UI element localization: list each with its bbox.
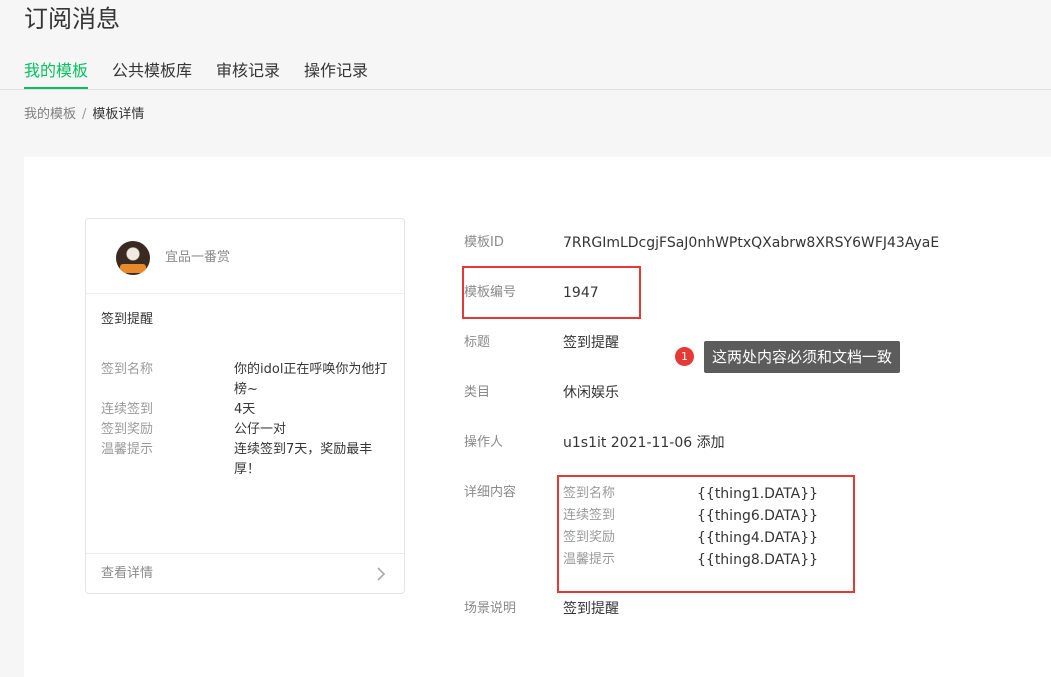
preview-title: 签到提醒 — [101, 312, 154, 327]
tab-review-records[interactable]: 审核记录 — [216, 60, 280, 82]
breadcrumb: 我的模板 / 模板详情 — [24, 105, 144, 125]
page-title: 订阅消息 — [24, 5, 120, 33]
view-details-link[interactable]: 查看详情 — [86, 553, 404, 594]
preview-header: 宜品一番赏 — [86, 219, 404, 294]
scene-description-value: 签到提醒 — [563, 601, 619, 617]
account-name: 宜品一番赏 — [165, 250, 231, 265]
preview-field-value: 4天 — [234, 402, 256, 417]
message-preview-card: 宜品一番赏 签到提醒 签到名称 你的idol正在呼唤你为他打榜~ 连续签到 4天… — [85, 218, 405, 594]
title-label: 标题 — [464, 335, 491, 350]
preview-field-row: 签到名称 你的idol正在呼唤你为他打榜~ — [101, 360, 391, 400]
breadcrumb-separator: / — [82, 107, 87, 122]
annotation-tooltip: 这两处内容必须和文档一致 — [704, 341, 901, 373]
tab-public-template-library[interactable]: 公共模板库 — [112, 60, 192, 82]
preview-fields: 签到名称 你的idol正在呼唤你为他打榜~ 连续签到 4天 签到奖励 公仔一对 … — [101, 360, 391, 480]
breadcrumb-current: 模板详情 — [92, 107, 145, 122]
tab-operation-records[interactable]: 操作记录 — [304, 60, 368, 82]
annotation-number-badge: 1 — [675, 347, 694, 366]
scene-description-label: 场景说明 — [464, 601, 517, 616]
title-value: 签到提醒 — [563, 335, 619, 351]
template-id-value: 7RRGImLDcgjFSaJ0nhWPtxQXabrw8XRSY6WFJ43A… — [563, 235, 940, 251]
operator-label: 操作人 — [464, 435, 504, 450]
preview-field-value: 连续签到7天，奖励最丰厚！ — [234, 442, 373, 477]
tab-my-templates[interactable]: 我的模板 — [24, 60, 89, 89]
preview-field-label: 签到奖励 — [101, 422, 154, 437]
preview-field-label: 签到名称 — [101, 362, 154, 377]
chevron-right-icon — [377, 567, 386, 581]
category-value: 休闲娱乐 — [563, 385, 619, 401]
preview-field-row: 温馨提示 连续签到7天，奖励最丰厚！ — [101, 440, 391, 480]
preview-field-value: 你的idol正在呼唤你为他打榜~ — [234, 362, 388, 397]
preview-field-row: 连续签到 4天 — [101, 400, 391, 420]
tab-bar: 我的模板 公共模板库 审核记录 操作记录 — [0, 52, 1051, 90]
detail-content-label: 详细内容 — [464, 485, 517, 500]
preview-field-value: 公仔一对 — [234, 422, 287, 437]
breadcrumb-my-templates[interactable]: 我的模板 — [24, 107, 76, 122]
template-id-label: 模板ID — [464, 235, 504, 250]
operator-value: u1s1it 2021-11-06 添加 — [563, 435, 725, 451]
category-label: 类目 — [464, 385, 491, 400]
preview-field-label: 连续签到 — [101, 402, 154, 417]
preview-field-label: 温馨提示 — [101, 442, 154, 457]
view-details-label: 查看详情 — [101, 566, 154, 581]
preview-field-row: 签到奖励 公仔一对 — [101, 420, 391, 440]
annotation-highlight-detail-content — [557, 475, 855, 593]
avatar — [116, 241, 150, 275]
annotation-highlight-template-number — [462, 266, 641, 319]
